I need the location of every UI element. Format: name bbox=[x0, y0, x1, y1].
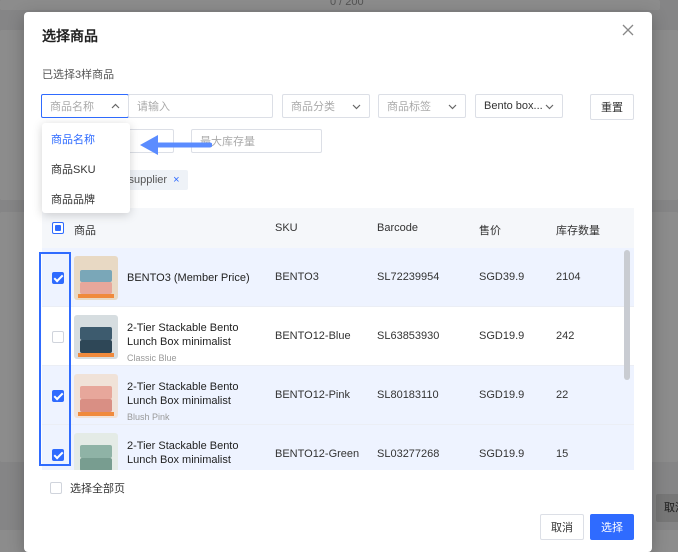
dropdown-option-name[interactable]: 商品名称 bbox=[42, 127, 130, 153]
table-row[interactable]: 2-Tier Stackable Bento Lunch Box minimal… bbox=[42, 366, 634, 425]
search-input[interactable]: 请输入 bbox=[128, 94, 273, 118]
search-input-placeholder: 请输入 bbox=[137, 101, 170, 113]
close-button[interactable] bbox=[622, 24, 638, 40]
tag-placeholder: 商品标签 bbox=[387, 101, 431, 113]
product-variant: Matcha Green bbox=[127, 469, 267, 470]
tag-close-icon[interactable]: × bbox=[173, 174, 179, 186]
table-header: 商品 SKU Barcode 售价 库存数量 bbox=[42, 208, 634, 248]
product-stock: 15 bbox=[556, 448, 569, 460]
search-field-select-value: 商品名称 bbox=[50, 101, 94, 113]
product-variant: Classic Blue bbox=[127, 353, 177, 363]
select-all-checkbox[interactable] bbox=[52, 222, 64, 234]
dropdown-option-sku[interactable]: 商品SKU bbox=[42, 157, 130, 183]
product-sku: BENTO3 bbox=[275, 271, 319, 283]
product-barcode: SL72239954 bbox=[377, 271, 440, 283]
supplier-select[interactable]: Bento box... bbox=[475, 94, 563, 118]
reset-button[interactable]: 重置 bbox=[590, 94, 634, 120]
search-field-select[interactable]: 商品名称 bbox=[41, 94, 129, 118]
product-price: SGD19.9 bbox=[479, 448, 525, 460]
product-stock: 22 bbox=[556, 389, 569, 401]
product-thumbnail bbox=[74, 374, 118, 418]
modal-title: 选择商品 bbox=[42, 28, 98, 44]
tag-select[interactable]: 商品标签 bbox=[378, 94, 466, 118]
chevron-up-icon bbox=[111, 103, 120, 109]
header-sku: SKU bbox=[275, 222, 298, 234]
product-name: BENTO3 (Member Price) bbox=[127, 272, 250, 284]
chevron-down-icon bbox=[448, 104, 457, 110]
product-title: 2-Tier Stackable Bento Lunch Box minimal… bbox=[127, 381, 239, 407]
product-thumbnail bbox=[74, 433, 118, 470]
product-sku: BENTO12-Pink bbox=[275, 389, 350, 401]
header-barcode: Barcode bbox=[377, 222, 418, 234]
category-placeholder: 商品分类 bbox=[291, 101, 335, 113]
header-stock: 库存数量 bbox=[556, 225, 600, 237]
table-row[interactable]: BENTO3 (Member Price) BENTO3 SL72239954 … bbox=[42, 248, 634, 307]
product-barcode: SL03277268 bbox=[377, 448, 440, 460]
product-name: 2-Tier Stackable Bento Lunch Box minimal… bbox=[127, 321, 267, 365]
category-select[interactable]: 商品分类 bbox=[282, 94, 370, 118]
supplier-value: Bento box... bbox=[484, 100, 543, 112]
row-checkbox[interactable] bbox=[52, 272, 64, 284]
annotation-arrow-icon bbox=[140, 135, 212, 155]
product-title: 2-Tier Stackable Bento Lunch Box minimal… bbox=[127, 322, 239, 348]
product-thumbnail bbox=[74, 315, 118, 359]
header-product: 商品 bbox=[74, 225, 96, 237]
product-price: SGD19.9 bbox=[479, 330, 525, 342]
chevron-down-icon bbox=[352, 104, 361, 110]
product-price: SGD39.9 bbox=[479, 271, 525, 283]
product-sku: BENTO12-Green bbox=[275, 448, 360, 460]
dropdown-option-brand[interactable]: 商品品牌 bbox=[42, 187, 130, 213]
product-thumbnail bbox=[74, 256, 118, 300]
search-field-dropdown: 商品名称 商品SKU 商品品牌 bbox=[42, 123, 130, 213]
product-name: 2-Tier Stackable Bento Lunch Box minimal… bbox=[127, 380, 267, 424]
select-product-modal: 选择商品 已选择3样商品 商品名称 请输入 商品分类 商品标签 Bento bo… bbox=[24, 12, 652, 552]
chevron-down-icon bbox=[545, 104, 554, 110]
product-stock: 242 bbox=[556, 330, 575, 342]
product-table: 商品 SKU Barcode 售价 库存数量 BENTO3 (Member Pr… bbox=[42, 208, 634, 470]
product-price: SGD19.9 bbox=[479, 389, 525, 401]
header-price: 售价 bbox=[479, 225, 501, 237]
product-stock: 2104 bbox=[556, 271, 581, 283]
close-icon bbox=[622, 24, 634, 36]
product-variant: Blush Pink bbox=[127, 412, 170, 422]
confirm-select-button[interactable]: 选择 bbox=[590, 514, 634, 540]
product-barcode: SL63853930 bbox=[377, 330, 440, 342]
table-row[interactable]: 2-Tier Stackable Bento Lunch Box minimal… bbox=[42, 425, 634, 470]
select-all-pages-label: 选择全部页 bbox=[70, 483, 125, 495]
product-barcode: SL80183110 bbox=[377, 389, 439, 401]
row-checkbox[interactable] bbox=[52, 331, 64, 343]
select-all-pages[interactable]: 选择全部页 bbox=[50, 480, 125, 496]
row-checkbox[interactable] bbox=[52, 390, 64, 402]
product-name: 2-Tier Stackable Bento Lunch Box minimal… bbox=[127, 439, 267, 470]
product-title: 2-Tier Stackable Bento Lunch Box minimal… bbox=[127, 440, 239, 466]
select-all-pages-checkbox[interactable] bbox=[50, 482, 62, 494]
product-sku: BENTO12-Blue bbox=[275, 330, 351, 342]
table-scrollbar[interactable] bbox=[624, 250, 630, 380]
table-row[interactable]: 2-Tier Stackable Bento Lunch Box minimal… bbox=[42, 307, 634, 366]
selected-count: 已选择3样商品 bbox=[42, 69, 115, 81]
row-checkbox[interactable] bbox=[52, 449, 64, 461]
cancel-button[interactable]: 取消 bbox=[540, 514, 584, 540]
